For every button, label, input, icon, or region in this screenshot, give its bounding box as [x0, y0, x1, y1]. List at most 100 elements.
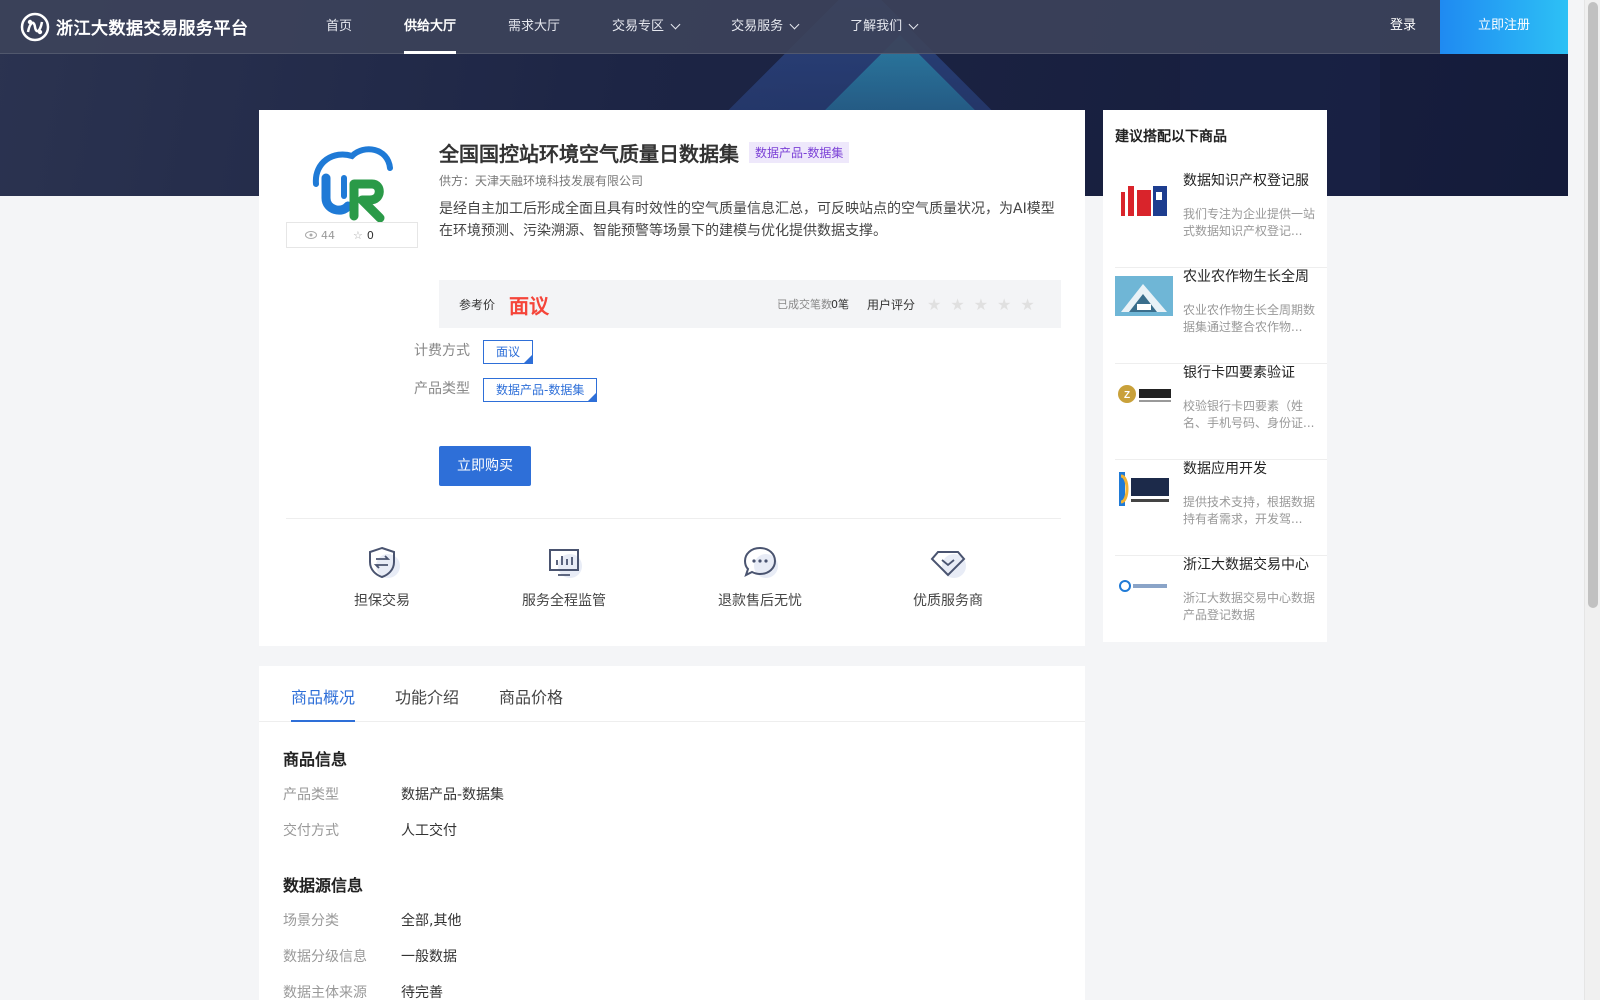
- dongyang-logo: [1119, 472, 1169, 506]
- supplier-name[interactable]: 供方：天津天融环境科技发展有限公司: [439, 172, 643, 189]
- info-key: 数据分级信息: [283, 949, 367, 965]
- star-icon: ★: [927, 294, 942, 314]
- chevron-down-icon: [908, 19, 919, 30]
- recommend-item[interactable]: 数据应用开发 提供技术支持，根据数据持有者需求，开发驾...: [1115, 460, 1327, 556]
- nav-label: 交易服务: [731, 18, 784, 34]
- recommend-item[interactable]: 浙江大数据交易中心 浙江大数据交易中心数据产品登记数据: [1115, 556, 1327, 642]
- nav-trade-service[interactable]: 交易服务: [731, 0, 800, 54]
- info-value: 数据产品-数据集: [401, 787, 505, 803]
- rating-label: 用户评分: [867, 297, 916, 312]
- page-scrollbar[interactable]: [1584, 0, 1600, 1000]
- deal-count-value: 0笔: [831, 298, 849, 311]
- type-label: 产品类型: [414, 381, 470, 397]
- nav-label: 了解我们: [850, 18, 903, 34]
- recommend-panel: 建议搭配以下商品 数据知识产权登记服 我们专注为企业提供一站式数据知识产权登记.…: [1103, 110, 1327, 642]
- register-button[interactable]: 立即注册: [1440, 0, 1568, 54]
- recommend-item-desc: 提供技术支持，根据数据持有者需求，开发驾...: [1183, 495, 1316, 526]
- info-value: 全部,其他: [401, 913, 462, 929]
- favorite-count-value: 0: [366, 228, 374, 242]
- recommend-item[interactable]: 数据知识产权登记服 我们专注为企业提供一站式数据知识产权登记...: [1115, 172, 1327, 268]
- platform-logo-icon: [20, 12, 50, 41]
- recommend-item-desc: 校验银行卡四要素（姓名、手机号码、身份证...: [1183, 399, 1315, 430]
- price-value: 面议: [509, 293, 550, 318]
- info-key: 场景分类: [283, 913, 339, 929]
- info-key: 交付方式: [283, 823, 339, 839]
- star-icon: ★: [997, 294, 1012, 314]
- nav-supply-hall[interactable]: 供给大厅: [404, 0, 457, 54]
- shield-exchange-icon: [369, 546, 400, 579]
- tab-features[interactable]: 功能介绍: [395, 684, 459, 708]
- deal-count-label: 已成交笔数: [777, 298, 832, 311]
- source-info-title: 数据源信息: [283, 876, 364, 895]
- price-bar: 参考价 面议 已成交笔数 0笔 用户评分 ★ ★ ★ ★ ★: [439, 280, 1061, 328]
- svg-text:Z: Z: [1124, 390, 1130, 401]
- nav-label: 需求大厅: [508, 18, 561, 34]
- guarantee-full-supervision: 服务全程监管: [489, 542, 639, 610]
- nav-trade-zone[interactable]: 交易专区: [612, 0, 681, 54]
- view-count-value: 44: [321, 228, 335, 242]
- star-icon: ☆: [353, 228, 363, 242]
- goods-info-title: 商品信息: [283, 750, 348, 769]
- ipr-logo: [1115, 178, 1173, 226]
- recommend-item-desc: 农业农作物生长全周期数据集通过整合农作物...: [1183, 303, 1316, 334]
- platform-logo[interactable]: 浙江大数据交易服务平台: [20, 12, 310, 42]
- nav-about-us[interactable]: 了解我们: [850, 0, 919, 54]
- divider: [286, 518, 1061, 519]
- favorite-count[interactable]: ☆ 0: [353, 229, 374, 242]
- supplier-logo-icon: [312, 146, 393, 223]
- guarantee-label: 担保交易: [354, 593, 410, 609]
- info-value: 待完善: [401, 985, 443, 1000]
- product-stats: 44 ☆ 0: [286, 222, 418, 248]
- tab-overview[interactable]: 商品概况: [291, 684, 356, 722]
- detail-tabs: 商品概况 功能介绍 商品价格: [259, 666, 1085, 722]
- nav-home[interactable]: 首页: [326, 0, 352, 54]
- recommend-item-name: 数据应用开发: [1183, 461, 1267, 477]
- recommend-title: 建议搭配以下商品: [1115, 129, 1227, 145]
- eye-icon: [305, 231, 317, 239]
- recommend-item[interactable]: 农业农作物生长全周 农业农作物生长全周期数据集通过整合农作物...: [1115, 268, 1327, 364]
- view-count: 44: [305, 229, 335, 242]
- guarantee-quality-provider: 优质服务商: [873, 542, 1023, 610]
- nav-label: 首页: [326, 18, 353, 34]
- chevron-down-icon: [670, 19, 681, 30]
- nav-demand-hall[interactable]: 需求大厅: [508, 0, 560, 54]
- chevron-down-icon: [789, 19, 800, 30]
- login-link[interactable]: 登录: [1390, 0, 1416, 52]
- billing-label: 计费方式: [414, 343, 470, 359]
- type-option[interactable]: 数据产品-数据集: [483, 378, 598, 402]
- platform-name: 浙江大数据交易服务平台: [56, 19, 249, 39]
- zjbdx-logo: [1119, 580, 1167, 592]
- star-icon: ★: [973, 294, 989, 314]
- recommend-item-desc: 我们专注为企业提供一站式数据知识产权登记...: [1183, 207, 1316, 238]
- product-card: 44 ☆ 0 全国国控站环境空气质量日数据集 数据产品-数据集 供方：天津天融环…: [259, 110, 1085, 646]
- billing-option[interactable]: 面议: [483, 340, 534, 364]
- recommend-item-name: 浙江大数据交易中心: [1183, 557, 1309, 573]
- info-key: 产品类型: [283, 787, 339, 803]
- recommend-item-desc: 浙江大数据交易中心数据产品登记数据: [1183, 591, 1316, 622]
- main-nav: 首页 供给大厅 需求大厅 交易专区 交易服务 了解我们: [326, 0, 969, 54]
- guarantee-label: 优质服务商: [913, 593, 983, 609]
- diamond-icon: [930, 551, 966, 578]
- tab-pricing[interactable]: 商品价格: [499, 684, 563, 708]
- recommend-item[interactable]: Z 银行卡四要素验证 校验银行卡四要素（姓名、手机号码、身份证...: [1115, 364, 1327, 460]
- category-tag: 数据产品-数据集: [749, 142, 850, 163]
- crop-logo: [1115, 276, 1173, 316]
- star-icon: ★: [950, 294, 965, 314]
- rating-stars: ★ ★ ★ ★ ★: [927, 295, 1044, 314]
- guarantee-refund: 退款售后无忧: [685, 542, 835, 610]
- recommend-item-name: 数据知识产权登记服: [1183, 173, 1309, 189]
- scrollbar-thumb[interactable]: [1588, 2, 1598, 608]
- zhongjin-logo: Z: [1118, 385, 1171, 403]
- product-description: 是经自主加工后形成全面且具有时效性的空气质量信息汇总，可反映站点的空气质量状况，…: [439, 201, 1055, 239]
- info-value: 人工交付: [401, 823, 457, 839]
- buy-now-button[interactable]: 立即购买: [439, 446, 531, 486]
- detail-panel: 商品概况 功能介绍 商品价格 商品信息 产品类型 数据产品-数据集 交付方式 人…: [259, 666, 1085, 1000]
- chat-bubble-icon: [743, 546, 778, 578]
- guarantee-label: 服务全程监管: [522, 593, 606, 609]
- nav-label: 交易专区: [612, 18, 665, 34]
- top-nav-bar: 浙江大数据交易服务平台 首页 供给大厅 需求大厅 交易专区 交易服务 了解我们 …: [0, 0, 1568, 54]
- star-icon: ★: [1020, 294, 1035, 314]
- recommend-item-name: 农业农作物生长全周: [1183, 269, 1309, 285]
- product-title: 全国国控站环境空气质量日数据集: [439, 142, 739, 166]
- recommend-item-name: 银行卡四要素验证: [1183, 365, 1295, 381]
